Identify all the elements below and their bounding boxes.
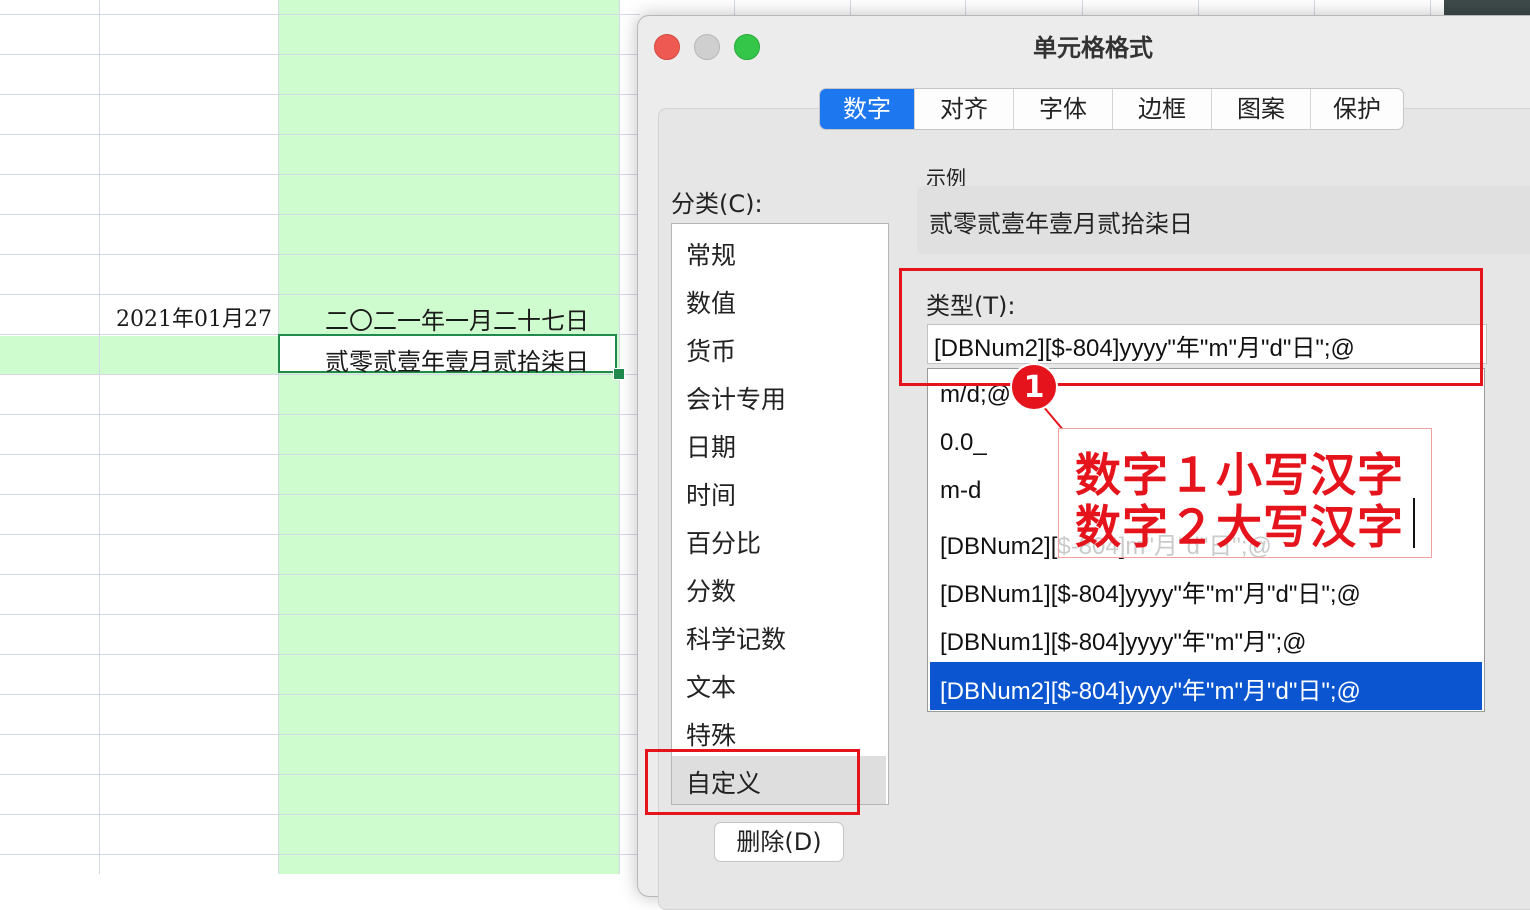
fill-handle[interactable] — [613, 368, 625, 380]
grid-hline — [0, 534, 640, 535]
grid-hline — [0, 134, 640, 135]
tab-pattern[interactable]: 图案 — [1212, 89, 1311, 129]
category-item-currency[interactable]: 货币 — [686, 332, 736, 368]
category-item-general[interactable]: 常规 — [686, 236, 736, 272]
category-item-text[interactable]: 文本 — [686, 668, 736, 704]
cell-c8[interactable]: 二〇二一年一月二十七日 — [325, 301, 589, 336]
tab-number[interactable]: 数字 — [820, 89, 915, 129]
annotation-text-line2: 数字２大写汉字 — [1075, 500, 1404, 554]
annotation-type-highlight-box — [899, 268, 1483, 386]
tab-protection[interactable]: 保护 — [1311, 89, 1403, 129]
tab-bar: 数字 对齐 字体 边框 图案 保护 — [819, 88, 1404, 130]
format-item[interactable]: [DBNum1][$-804]yyyy"年"m"月";@ — [940, 622, 1307, 657]
format-item[interactable]: m-d — [940, 477, 981, 505]
grid-hline — [0, 734, 640, 735]
tab-font[interactable]: 字体 — [1014, 89, 1113, 129]
grid-hline — [0, 414, 640, 415]
sample-value: 贰零贰壹年壹月贰拾柒日 — [929, 210, 1193, 238]
grid-hline — [0, 574, 640, 575]
delete-button[interactable]: 删除(D) — [714, 822, 844, 862]
grid-vline — [99, 0, 100, 874]
grid-hline — [0, 654, 640, 655]
grid-hline — [0, 614, 640, 615]
grid-hline — [0, 814, 640, 815]
category-item-percentage[interactable]: 百分比 — [686, 524, 761, 560]
column-c-highlight — [279, 0, 619, 874]
format-item[interactable]: 0.0_ — [940, 429, 987, 457]
grid-hline — [0, 854, 640, 855]
grid-hline — [0, 494, 640, 495]
grid-vline — [278, 0, 279, 874]
category-label: 分类(C): — [671, 190, 763, 218]
sample-box: 贰零贰壹年壹月贰拾柒日 — [917, 186, 1530, 254]
category-list[interactable]: 常规 数值 货币 会计专用 日期 时间 百分比 分数 科学记数 文本 特殊 自定… — [671, 223, 889, 805]
grid-hline — [0, 174, 640, 175]
annotation-step-badge: 1 — [1010, 363, 1058, 411]
grid-hline — [0, 294, 640, 295]
grid-hline — [0, 694, 640, 695]
row-highlight — [0, 336, 278, 374]
grid-hline — [0, 14, 640, 15]
dialog-title: 单元格格式 — [1033, 34, 1153, 62]
annotation-callout: 数字１小写汉字 数字２大写汉字 — [1058, 428, 1432, 558]
format-item-selected[interactable]: [DBNum2][$-804]yyyy"年"m"月"d"日";@ — [940, 671, 1361, 706]
category-item-special[interactable]: 特殊 — [686, 716, 736, 752]
cell-c9-value: 贰零贰壹年壹月贰拾柒日 — [325, 348, 589, 376]
grid-vline — [619, 0, 620, 874]
column-a — [0, 0, 99, 874]
format-item[interactable]: [DBNum1][$-804]yyyy"年"m"月"d"日";@ — [940, 574, 1361, 609]
active-cell-c9[interactable]: 贰零贰壹年壹月贰拾柒日 — [278, 334, 617, 376]
text-caret — [1413, 498, 1415, 548]
grid-hline — [0, 454, 640, 455]
tab-border[interactable]: 边框 — [1113, 89, 1212, 129]
category-item-number[interactable]: 数值 — [686, 284, 736, 320]
column-b — [100, 0, 278, 874]
grid-hline — [0, 214, 640, 215]
grid-hline — [0, 94, 640, 95]
grid-hline — [0, 254, 640, 255]
tab-alignment[interactable]: 对齐 — [915, 89, 1014, 129]
category-item-date[interactable]: 日期 — [686, 428, 736, 464]
category-item-fraction[interactable]: 分数 — [686, 572, 736, 608]
category-item-accounting[interactable]: 会计专用 — [686, 380, 786, 416]
annotation-custom-highlight-box — [645, 749, 860, 815]
category-item-time[interactable]: 时间 — [686, 476, 736, 512]
category-item-scientific[interactable]: 科学记数 — [686, 620, 786, 656]
cell-b8[interactable]: 2021年01月27 — [116, 301, 272, 333]
grid-hline — [0, 774, 640, 775]
grid-hline — [0, 54, 640, 55]
